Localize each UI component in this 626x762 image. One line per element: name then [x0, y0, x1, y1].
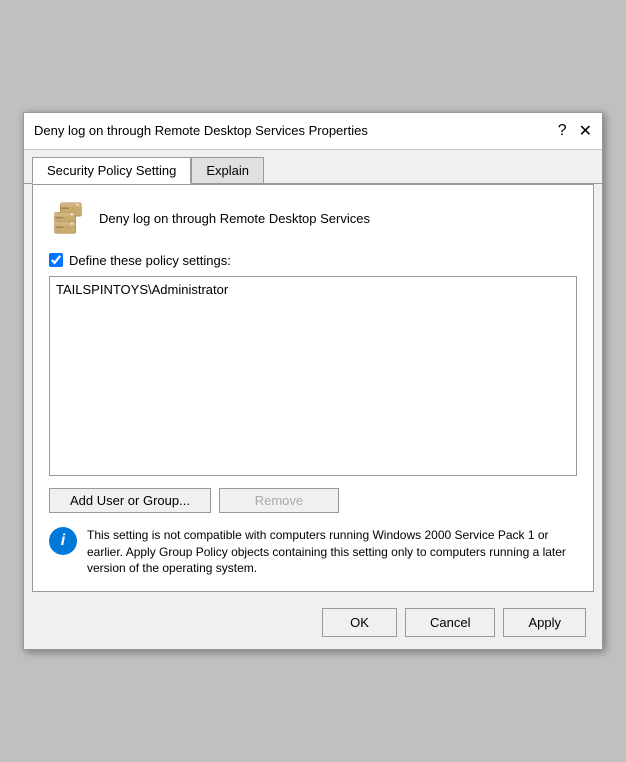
tab-bar: Security Policy Setting Explain [24, 150, 602, 184]
server-icon [49, 199, 89, 239]
tab-explain[interactable]: Explain [191, 157, 264, 184]
info-text: This setting is not compatible with comp… [87, 527, 577, 577]
dialog-window: Deny log on through Remote Desktop Servi… [23, 112, 603, 650]
define-settings-checkbox[interactable] [49, 253, 63, 267]
define-settings-label[interactable]: Define these policy settings: [69, 253, 231, 268]
remove-button[interactable]: Remove [219, 488, 339, 513]
cancel-button[interactable]: Cancel [405, 608, 495, 637]
policy-header: Deny log on through Remote Desktop Servi… [49, 199, 577, 239]
info-box: i This setting is not compatible with co… [49, 527, 577, 577]
users-list[interactable]: TAILSPINTOYS\Administrator [49, 276, 577, 476]
policy-title: Deny log on through Remote Desktop Servi… [99, 211, 370, 226]
add-user-button[interactable]: Add User or Group... [49, 488, 211, 513]
help-button[interactable]: ? [558, 122, 567, 140]
title-bar: Deny log on through Remote Desktop Servi… [24, 113, 602, 150]
tab-security-policy[interactable]: Security Policy Setting [32, 157, 191, 184]
title-bar-controls: ? ✕ [558, 121, 592, 141]
button-row: Add User or Group... Remove [49, 488, 577, 513]
define-settings-row: Define these policy settings: [49, 253, 577, 268]
close-button[interactable]: ✕ [579, 121, 592, 141]
tab-content: Deny log on through Remote Desktop Servi… [32, 184, 594, 592]
footer: OK Cancel Apply [24, 600, 602, 649]
dialog-title: Deny log on through Remote Desktop Servi… [34, 123, 368, 138]
list-item: TAILSPINTOYS\Administrator [54, 281, 572, 298]
apply-button[interactable]: Apply [503, 608, 586, 637]
info-icon: i [49, 527, 77, 555]
ok-button[interactable]: OK [322, 608, 397, 637]
